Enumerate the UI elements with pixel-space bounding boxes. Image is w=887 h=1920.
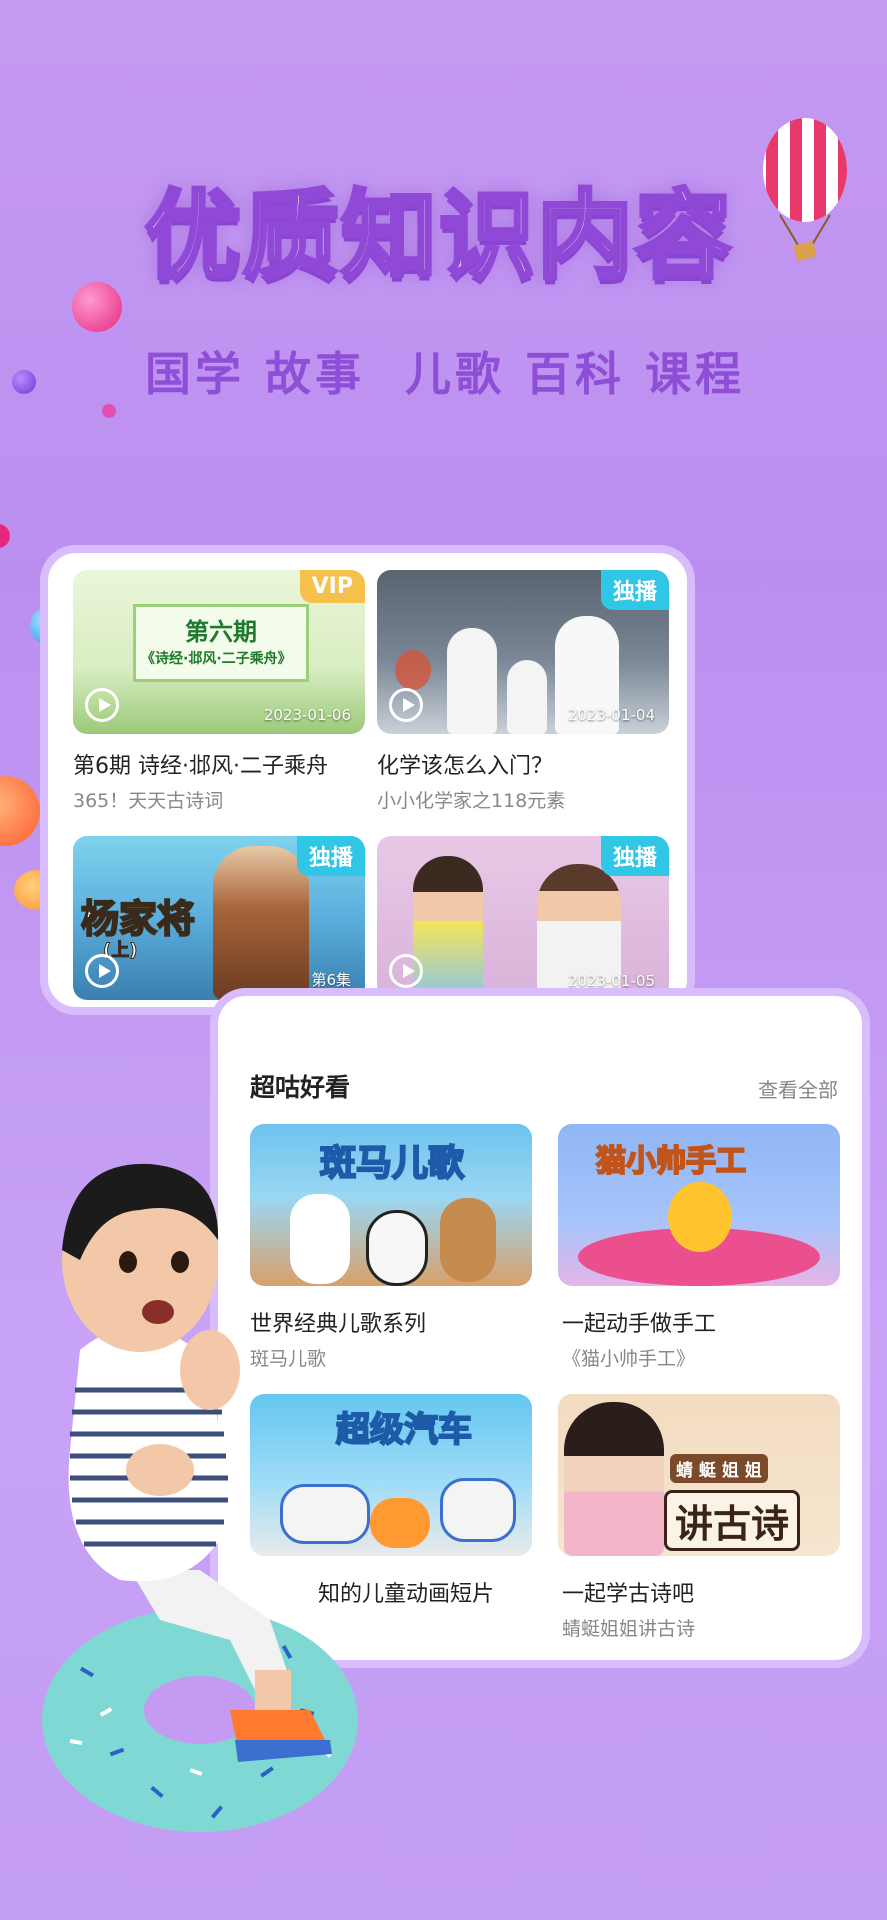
video-thumbnail: 杨家将 (上) 独播 第6集 bbox=[73, 836, 365, 1000]
hero-subtitle: 国学 故事 儿歌 百科 课程 bbox=[145, 347, 746, 401]
video-thumbnail: 第六期 《诗经·邶风·二子乘舟》 VIP 2023-01-06 bbox=[73, 570, 365, 734]
video-title[interactable]: 化学该怎么入门？ bbox=[377, 748, 553, 780]
video-date: 2023-01-04 bbox=[567, 706, 655, 724]
exclusive-badge: 独播 bbox=[296, 836, 365, 876]
episode-label: 第6集 bbox=[311, 971, 351, 989]
video-card[interactable]: 独播 2023-01-05 bbox=[377, 836, 669, 1000]
thumb-text: 第六期 bbox=[185, 618, 257, 646]
child-figure bbox=[413, 856, 483, 1000]
play-icon[interactable] bbox=[85, 954, 119, 988]
video-thumbnail: 独播 2023-01-04 bbox=[377, 570, 669, 734]
cat-mascot bbox=[668, 1182, 732, 1252]
thumb-text: 猫小帅手工 bbox=[595, 1143, 747, 1180]
thumb-text-small: 蜻 蜓 姐 姐 bbox=[670, 1454, 768, 1483]
see-all-link[interactable]: 查看全部 bbox=[758, 1074, 838, 1103]
flask-decor bbox=[395, 650, 431, 690]
decor-ball bbox=[0, 776, 40, 846]
person-figure bbox=[507, 660, 547, 734]
thumb-text: 讲古诗 bbox=[664, 1490, 801, 1551]
hot-air-balloon-icon bbox=[763, 118, 847, 262]
series-thumbnail[interactable]: 猫小帅手工 bbox=[558, 1124, 840, 1286]
cartoon-boy-on-donut-illustration bbox=[42, 1163, 358, 1832]
play-icon[interactable] bbox=[389, 688, 423, 722]
series-title[interactable]: 一起动手做手工 bbox=[562, 1306, 716, 1338]
series-source: 《猫小帅手工》 bbox=[562, 1348, 696, 1370]
car-figure bbox=[440, 1478, 516, 1542]
video-card[interactable]: 独播 2023-01-04 化学该怎么入门？ 小小化学家之118元素 bbox=[377, 570, 669, 812]
exclusive-badge: 独播 bbox=[600, 570, 669, 610]
series-source: 蜻蜓姐姐讲古诗 bbox=[562, 1618, 696, 1640]
video-title[interactable]: 第6期 诗经·邶风·二子乘舟 bbox=[73, 748, 328, 780]
play-icon[interactable] bbox=[85, 688, 119, 722]
thumb-text: 杨家将 bbox=[80, 896, 196, 942]
play-icon[interactable] bbox=[389, 954, 423, 988]
video-card[interactable]: 杨家将 (上) 独播 第6集 bbox=[73, 836, 365, 1000]
vip-badge: VIP bbox=[299, 570, 365, 603]
decor-ball bbox=[102, 404, 116, 418]
decor-ball bbox=[0, 524, 10, 548]
cartoon-figure bbox=[440, 1198, 496, 1282]
video-date: 2023-01-06 bbox=[263, 706, 351, 724]
decor-ball bbox=[72, 282, 122, 332]
section-title: 超咕好看 bbox=[250, 1073, 351, 1102]
person-figure bbox=[447, 628, 497, 734]
hero-title: 优质知识内容 bbox=[143, 178, 733, 294]
exclusive-badge: 独播 bbox=[600, 836, 669, 876]
host-figure bbox=[564, 1402, 664, 1556]
decor-ball bbox=[12, 370, 36, 394]
video-thumbnail: 独播 2023-01-05 bbox=[377, 836, 669, 1000]
video-card[interactable]: 第六期 《诗经·邶风·二子乘舟》 VIP 2023-01-06 第6期 诗经·邶… bbox=[73, 570, 365, 812]
video-source: 365！天天古诗词 bbox=[73, 790, 224, 812]
series-title[interactable]: 一起学古诗吧 bbox=[562, 1576, 694, 1608]
video-source: 小小化学家之118元素 bbox=[377, 790, 566, 812]
series-thumbnail[interactable]: 蜻 蜓 姐 姐 讲古诗 bbox=[558, 1394, 840, 1556]
thumb-text: 《诗经·邶风·二子乘舟》 bbox=[141, 651, 292, 667]
warrior-figure bbox=[213, 846, 309, 1000]
